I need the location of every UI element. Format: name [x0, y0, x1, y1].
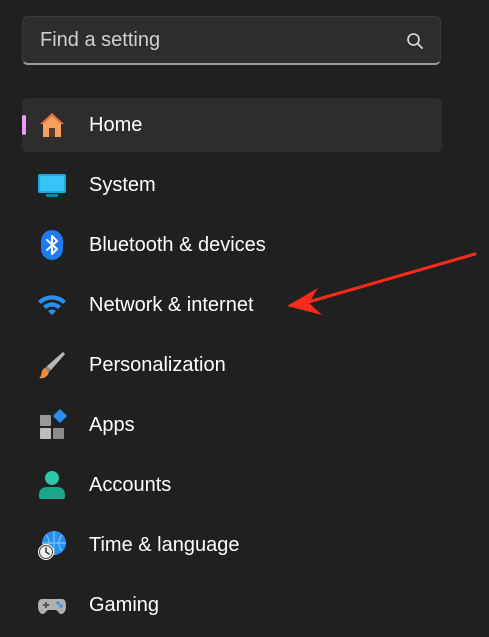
time-language-globe-icon [38, 531, 66, 560]
sidebar-item-label: Apps [89, 414, 135, 436]
sidebar-item-accounts[interactable]: Accounts [22, 458, 442, 512]
sidebar-item-time-language[interactable]: Time & language [22, 518, 442, 572]
accounts-person-icon [39, 471, 65, 499]
sidebar-item-label: Home [89, 114, 143, 136]
apps-icon [40, 409, 67, 439]
sidebar-item-home[interactable]: Home [22, 98, 442, 152]
sidebar-item-bluetooth-devices[interactable]: Bluetooth & devices [22, 218, 442, 272]
sidebar-nav: Home System Bluetooth & devices Network … [22, 98, 442, 637]
sidebar-item-label: Personalization [89, 354, 226, 376]
system-monitor-icon [38, 174, 66, 197]
sidebar-item-gaming[interactable]: Gaming [22, 578, 442, 632]
sidebar-item-label: Network & internet [89, 294, 254, 316]
sidebar-item-label: Time & language [89, 534, 240, 556]
search-input[interactable]: Find a setting [40, 29, 160, 52]
sidebar-item-label: Gaming [89, 594, 160, 616]
home-icon [40, 113, 64, 137]
sidebar-item-network-internet[interactable]: Network & internet [22, 278, 442, 332]
selection-indicator [22, 115, 26, 135]
search-box[interactable]: Find a setting [22, 16, 441, 65]
gamepad-icon [38, 599, 66, 614]
sidebar-item-label: System [89, 174, 156, 196]
settings-sidebar: Find a setting Home System Bluetooth & d… [0, 0, 489, 637]
wifi-icon [38, 295, 66, 315]
bluetooth-icon [41, 230, 63, 260]
search-icon[interactable] [405, 31, 425, 51]
paintbrush-icon [39, 352, 65, 379]
sidebar-item-personalization[interactable]: Personalization [22, 338, 442, 392]
sidebar-item-system[interactable]: System [22, 158, 442, 212]
sidebar-item-label: Accounts [89, 474, 172, 496]
sidebar-item-label: Bluetooth & devices [89, 234, 266, 256]
sidebar-item-apps[interactable]: Apps [22, 398, 442, 452]
